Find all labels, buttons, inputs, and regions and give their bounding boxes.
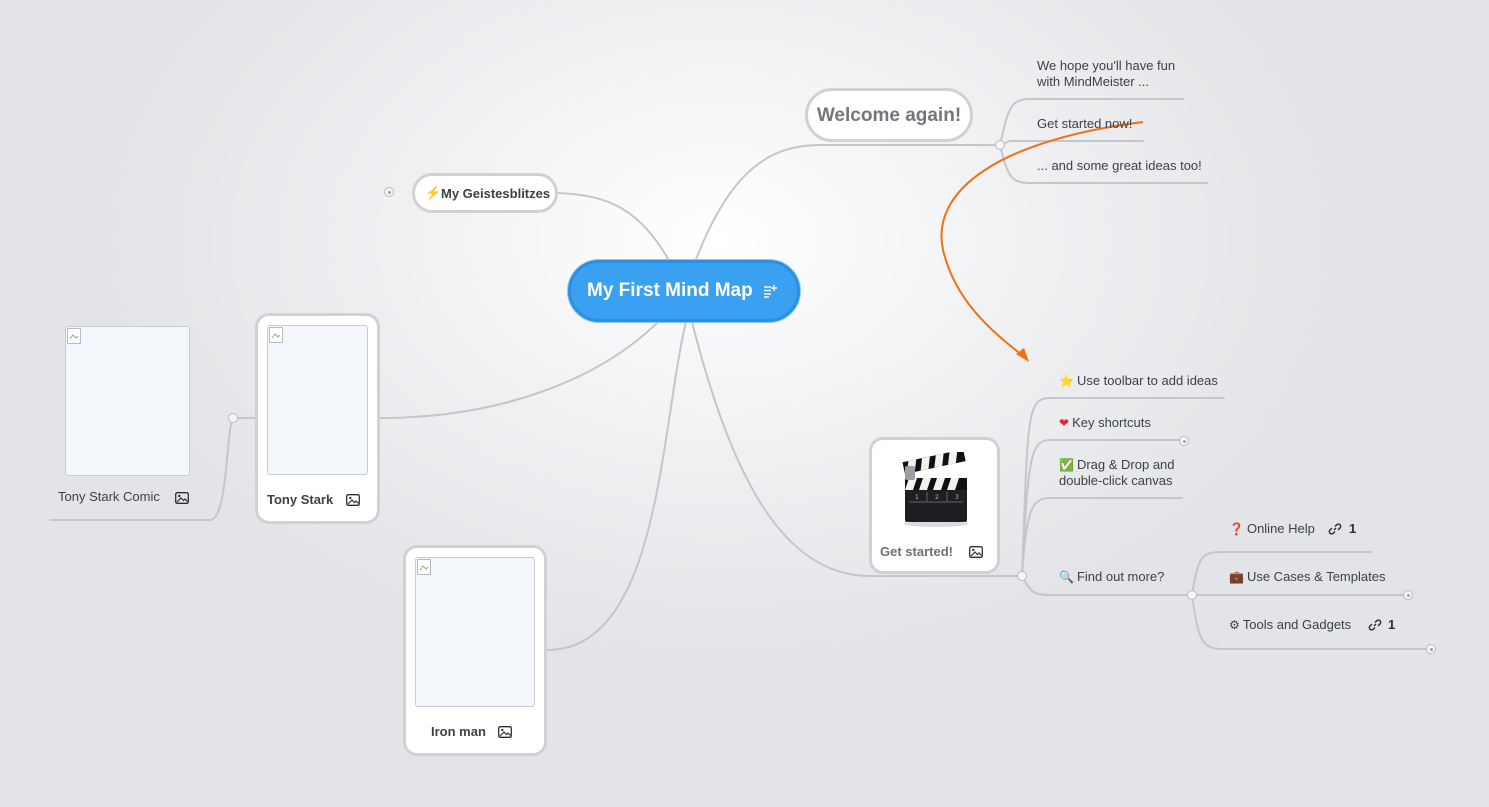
gs-child-dragdrop-line2[interactable]: double-click canvas (1059, 473, 1172, 489)
heart-icon: ❤ (1059, 416, 1070, 430)
expand-toggle-shortcuts[interactable] (1179, 436, 1189, 446)
welcome-child-1-line1[interactable]: We hope you'll have fun (1037, 58, 1175, 74)
topic-get-started-label: Get started! (880, 544, 953, 559)
image-icon[interactable] (175, 492, 189, 504)
topic-image[interactable] (267, 325, 368, 475)
magnifier-icon: 🔍 (1059, 570, 1074, 584)
gear-icon: ⚙ (1229, 618, 1240, 632)
image-icon[interactable] (498, 726, 512, 738)
collapse-toggle-find-out-more[interactable] (1187, 590, 1197, 600)
broken-image-icon (67, 328, 81, 344)
image-icon[interactable] (969, 546, 983, 558)
collapse-toggle-welcome[interactable] (995, 140, 1005, 150)
branch-gs-child-3 (1021, 497, 1183, 577)
fom-child-use-cases[interactable]: 💼 Use Cases & Templates (1229, 569, 1385, 585)
note-list-icon[interactable] (763, 284, 777, 298)
briefcase-icon: 💼 (1229, 570, 1244, 584)
gs-child-find-out-more[interactable]: 🔍 Find out more? (1059, 569, 1164, 585)
svg-text:2: 2 (935, 494, 939, 501)
welcome-child-1-line2[interactable]: with MindMeister ... (1037, 74, 1149, 90)
link-icon[interactable] (1328, 522, 1342, 536)
question-icon: ❓ (1229, 522, 1244, 536)
topic-image[interactable] (415, 557, 535, 707)
central-topic[interactable]: My First Mind Map (568, 260, 800, 322)
topic-tony-stark-label: Tony Stark (267, 492, 334, 507)
gs-child-dragdrop[interactable]: ✅ Drag & Drop and (1059, 457, 1175, 473)
broken-image-icon (269, 327, 283, 343)
branch-iron-man (546, 321, 687, 651)
mind-map-canvas[interactable]: My First Mind Map Welcome again! We hope… (0, 0, 1489, 807)
image-icon[interactable] (346, 494, 360, 506)
expand-toggle-tools[interactable] (1426, 644, 1436, 654)
collapse-toggle-tony-stark[interactable] (228, 413, 238, 423)
topic-welcome-label: Welcome again! (816, 105, 962, 126)
star-icon: ⭐ (1059, 374, 1074, 388)
topic-welcome[interactable]: Welcome again! (805, 88, 973, 142)
topic-iron-man[interactable]: Iron man (403, 545, 547, 756)
topic-tony-stark[interactable]: Tony Stark (255, 313, 380, 524)
relation-arrowhead (1016, 348, 1029, 362)
welcome-child-3[interactable]: ... and some great ideas too! (1037, 158, 1202, 174)
fom-child-online-help[interactable]: ❓ Online Help (1229, 521, 1315, 537)
link-count-online-help: 1 (1349, 521, 1357, 536)
link-icon[interactable] (1368, 618, 1382, 632)
collapse-toggle-get-started[interactable] (1017, 571, 1027, 581)
clapperboard-icon: 1 2 3 (902, 452, 968, 527)
gs-child-toolbar[interactable]: ⭐ Use toolbar to add ideas (1059, 373, 1218, 389)
branch-geist (557, 192, 671, 263)
gs-child-shortcuts[interactable]: ❤ Key shortcuts (1059, 415, 1151, 431)
expand-toggle-use-cases[interactable] (1403, 590, 1413, 600)
topic-get-started[interactable]: 1 2 3 Get started! (869, 437, 1000, 574)
topic-geistesblitzes-label: My Geistesblitzes (441, 186, 551, 201)
topic-geistesblitzes[interactable]: ⚡ My Geistesblitzes (412, 173, 558, 213)
check-icon: ✅ (1059, 458, 1074, 472)
central-topic-label: My First Mind Map (587, 280, 753, 301)
link-count-tools: 1 (1388, 617, 1396, 632)
branch-welcome (694, 144, 1001, 263)
fom-child-tools[interactable]: ⚙ Tools and Gadgets (1229, 617, 1351, 633)
tony-stark-comic-image[interactable] (65, 326, 190, 476)
expand-toggle-geist[interactable] (384, 187, 394, 197)
relation-connector (940, 121, 1144, 356)
welcome-child-2[interactable]: Get started now! (1037, 116, 1132, 132)
branch-tony-stark (379, 319, 661, 419)
broken-image-icon (417, 559, 431, 575)
branch-welcome-child-2 (999, 140, 1144, 146)
topic-iron-man-label: Iron man (431, 724, 486, 739)
svg-text:3: 3 (955, 494, 959, 501)
tony-stark-comic-label[interactable]: Tony Stark Comic (58, 489, 160, 505)
branch-connectors (49, 98, 1432, 651)
lightning-icon: ⚡ (425, 185, 442, 200)
svg-text:1: 1 (915, 494, 919, 501)
